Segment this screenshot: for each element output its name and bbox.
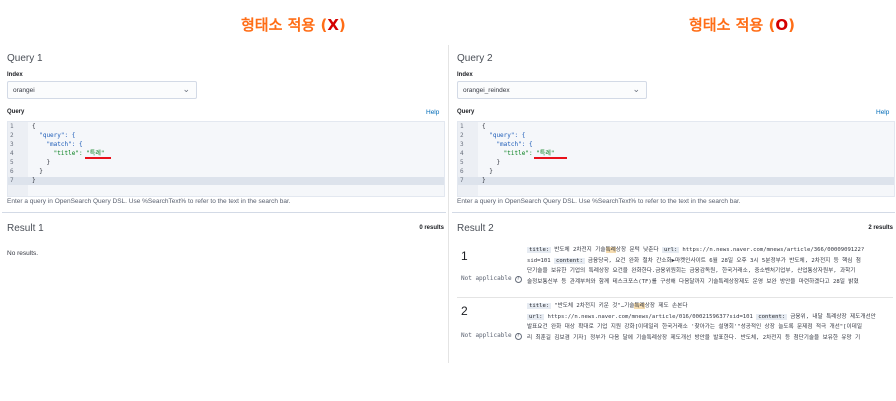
help-circle-icon[interactable]: ? [514, 276, 522, 283]
no-results-message: No results. [7, 250, 39, 257]
code-line: 5 } [10, 159, 51, 166]
index-label: Index [457, 72, 473, 78]
query-label: Query [457, 109, 475, 115]
code-line: 1{ [10, 123, 36, 130]
score-label: Not applicable? [461, 332, 522, 340]
highlight: 특례 [605, 247, 616, 253]
query-title: Query 2 [457, 53, 493, 64]
right-heading-mark: O [775, 16, 789, 34]
code-line: 5 } [460, 159, 501, 166]
help-circle-icon[interactable]: ? [514, 333, 522, 340]
highlight: 특례 [634, 303, 645, 309]
code-line: 4 "title": "특례" [10, 150, 105, 157]
result-title: Result 2 [457, 223, 494, 234]
left-heading: 형태소 적용 (X) [241, 16, 346, 34]
result-row: 1 Not applicable? title: 반도체 2차전지 기술특례상장 … [457, 243, 893, 295]
section-separator [452, 212, 895, 213]
index-select[interactable]: orangei_reindex ⌄ [457, 81, 647, 99]
right-heading: 형태소 적용 (O) [689, 16, 795, 34]
result-row: 2 Not applicable? title: "반도체 2차전지 키운 것"…… [457, 297, 893, 349]
help-link[interactable]: Help [876, 109, 889, 116]
score-label: Not applicable? [461, 275, 522, 283]
panel-divider [448, 45, 449, 363]
result-rank: 2 [461, 304, 468, 318]
result-count: 2 results [868, 225, 893, 231]
code-line: 4 "title": "특례" [460, 150, 555, 157]
code-line: 3 "match": { [460, 141, 533, 148]
query-hint: Enter a query in OpenSearch Query DSL. U… [7, 198, 291, 205]
code-line: 2 "query": { [460, 132, 526, 139]
code-line: 3 "match": { [10, 141, 83, 148]
left-heading-mark: X [327, 16, 339, 34]
code-line: 2 "query": { [10, 132, 76, 139]
code-line: 1{ [460, 123, 486, 130]
chevron-down-icon: ⌄ [182, 84, 190, 94]
section-separator [2, 212, 446, 213]
help-link[interactable]: Help [426, 109, 439, 116]
query-editor[interactable]: 1{ 2 "query": { 3 "match": { 4 "title": … [7, 121, 445, 197]
index-select-value: orangei_reindex [463, 87, 510, 94]
query-label: Query [7, 109, 25, 115]
red-underline-annotation [85, 157, 111, 159]
code-line: 6 } [460, 168, 493, 175]
code-line-active: 7} [458, 177, 894, 185]
result-rank: 1 [461, 249, 468, 263]
result-title: Result 1 [7, 223, 44, 234]
index-select-value: orangei [13, 87, 35, 94]
chevron-down-icon: ⌄ [632, 84, 640, 94]
query-hint: Enter a query in OpenSearch Query DSL. U… [457, 198, 741, 205]
query-editor[interactable]: 1{ 2 "query": { 3 "match": { 4 "title": … [457, 121, 895, 197]
index-label: Index [7, 72, 23, 78]
code-line-active: 7} [8, 177, 444, 185]
index-select[interactable]: orangei ⌄ [7, 81, 197, 99]
result-count: 0 results [419, 225, 444, 231]
query-panel-1: Query 1 Index orangei ⌄ Query Help 1{ 2 … [2, 45, 446, 363]
result-source: title: 반도체 2차전지 기술특례상장 문턱 낮춘다 url: https:/… [527, 247, 865, 285]
query-panel-2: Query 2 Index orangei_reindex ⌄ Query He… [452, 45, 895, 363]
query-title: Query 1 [7, 53, 43, 64]
result-source: title: "반도체 2차전지 키운 것"…기술특례상장 제도 손본다 url:… [527, 303, 876, 341]
code-line: 6 } [10, 168, 43, 175]
red-underline-annotation [534, 157, 567, 159]
